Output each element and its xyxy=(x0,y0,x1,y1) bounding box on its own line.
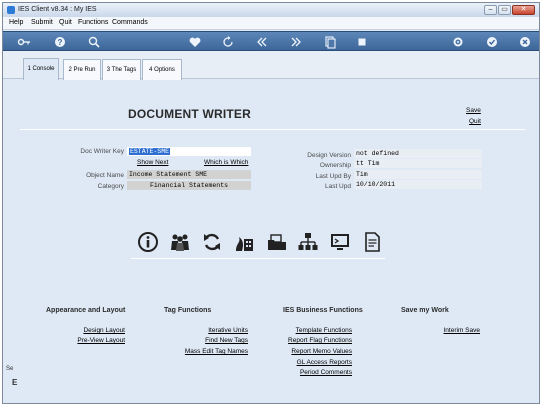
maximize-button[interactable]: ▭ xyxy=(498,5,511,15)
tab-strip: 1 Console 2 Pre Run 3 The Tags 4 Options xyxy=(3,51,539,80)
period-comments-link[interactable]: Period Comments xyxy=(272,369,352,376)
side-fragment-bottom: E xyxy=(12,378,18,387)
tab-the-tags[interactable]: 3 The Tags xyxy=(102,59,141,80)
preview-layout-link[interactable]: Pre-View Layout xyxy=(45,337,125,344)
info-icon[interactable] xyxy=(137,231,159,253)
report-flag-functions-link[interactable]: Report Flag Functions xyxy=(272,337,352,344)
save-my-work-heading: Save my Work xyxy=(401,307,449,314)
tag-functions-heading: Tag Functions xyxy=(164,307,212,314)
menu-bar: Help Submit Quit Functions Commands xyxy=(3,17,539,30)
title-bar: IES Client v8.34 : My IES – ▭ ✕ xyxy=(3,3,539,17)
gl-access-reports-link[interactable]: GL Access Reports xyxy=(272,359,352,366)
last-upd-label: Last Upd xyxy=(324,183,351,190)
show-next-link[interactable]: Show Next xyxy=(137,159,168,166)
toolbar: ? xyxy=(3,31,539,51)
design-version-label: Design Version xyxy=(307,152,351,159)
find-new-tags-link[interactable]: Find New Tags xyxy=(168,337,248,344)
ownership-field: tt Tim xyxy=(354,159,482,168)
quit-link[interactable]: Quit xyxy=(469,118,481,125)
tab-options[interactable]: 4 Options xyxy=(142,59,182,80)
title-divider xyxy=(20,129,525,130)
menu-help[interactable]: Help xyxy=(9,19,23,26)
menu-quit[interactable]: Quit xyxy=(59,19,72,26)
rewind-icon[interactable] xyxy=(255,35,269,49)
business-functions-heading: IES Business Functions xyxy=(283,307,363,314)
settings-icon[interactable] xyxy=(451,35,465,49)
sync-icon[interactable] xyxy=(201,231,223,253)
icon-row-divider xyxy=(131,258,385,259)
app-window: IES Client v8.34 : My IES – ▭ ✕ Help Sub… xyxy=(2,2,540,404)
appearance-heading: Appearance and Layout xyxy=(46,307,126,314)
report-memo-values-link[interactable]: Report Memo Values xyxy=(272,348,352,355)
copy-icon[interactable] xyxy=(323,35,337,49)
stop-icon[interactable] xyxy=(355,35,369,49)
object-name-field[interactable]: Income Statement SME xyxy=(127,170,251,179)
save-link[interactable]: Save xyxy=(466,107,481,114)
minimize-button[interactable]: – xyxy=(484,5,497,15)
page-title: DOCUMENT WRITER xyxy=(128,107,251,121)
svg-text:?: ? xyxy=(58,38,63,47)
mass-edit-tag-names-link[interactable]: Mass Edit Tag Names xyxy=(168,348,248,355)
folder-open-icon[interactable] xyxy=(266,231,288,253)
key-icon[interactable] xyxy=(17,35,31,49)
close-icon[interactable] xyxy=(518,35,532,49)
last-upd-by-label: Last Upd By xyxy=(315,173,351,180)
design-version-field: not defined xyxy=(354,149,482,158)
hierarchy-icon[interactable] xyxy=(297,231,319,253)
menu-functions[interactable]: Functions xyxy=(78,19,108,26)
monitor-icon[interactable] xyxy=(329,231,351,253)
heart-icon[interactable] xyxy=(188,35,202,49)
fast-forward-icon[interactable] xyxy=(289,35,303,49)
category-field[interactable]: Financial Statements xyxy=(127,181,251,190)
document-icon[interactable] xyxy=(361,231,383,253)
ownership-label: Ownership xyxy=(319,162,351,169)
side-fragment-top: Se xyxy=(6,366,14,372)
tab-pre-run[interactable]: 2 Pre Run xyxy=(63,59,101,80)
doc-writer-key-label: Doc Writer Key xyxy=(80,148,124,155)
iterative-units-link[interactable]: Iterative Units xyxy=(168,327,248,334)
building-fire-icon[interactable] xyxy=(233,231,255,253)
which-is-which-link[interactable]: Which is Which xyxy=(204,159,248,166)
tab-console[interactable]: 1 Console xyxy=(23,58,59,80)
doc-writer-key-input[interactable]: ESTATE-SME xyxy=(127,147,251,156)
interim-save-link[interactable]: Interim Save xyxy=(400,327,481,334)
app-icon xyxy=(7,6,15,14)
doc-writer-key-value: ESTATE-SME xyxy=(129,148,171,155)
help-icon[interactable]: ? xyxy=(53,35,67,49)
menu-commands[interactable]: Commands xyxy=(112,19,148,26)
design-layout-link[interactable]: Design Layout xyxy=(45,327,125,334)
template-functions-link[interactable]: Template Functions xyxy=(272,327,352,334)
object-name-label: Object Name xyxy=(86,172,124,179)
check-icon[interactable] xyxy=(485,35,499,49)
last-upd-by-field: Tim xyxy=(354,170,482,179)
last-upd-field: 10/10/2011 xyxy=(354,180,482,189)
search-icon[interactable] xyxy=(87,35,101,49)
console-panel: DOCUMENT WRITER Save Quit Doc Writer Key… xyxy=(3,80,539,403)
window-title: IES Client v8.34 : My IES xyxy=(18,6,97,13)
close-window-button[interactable]: ✕ xyxy=(512,5,535,15)
category-label: Category xyxy=(97,183,124,190)
refresh-icon[interactable] xyxy=(221,35,235,49)
menu-submit[interactable]: Submit xyxy=(31,19,53,26)
users-icon[interactable] xyxy=(169,231,191,253)
